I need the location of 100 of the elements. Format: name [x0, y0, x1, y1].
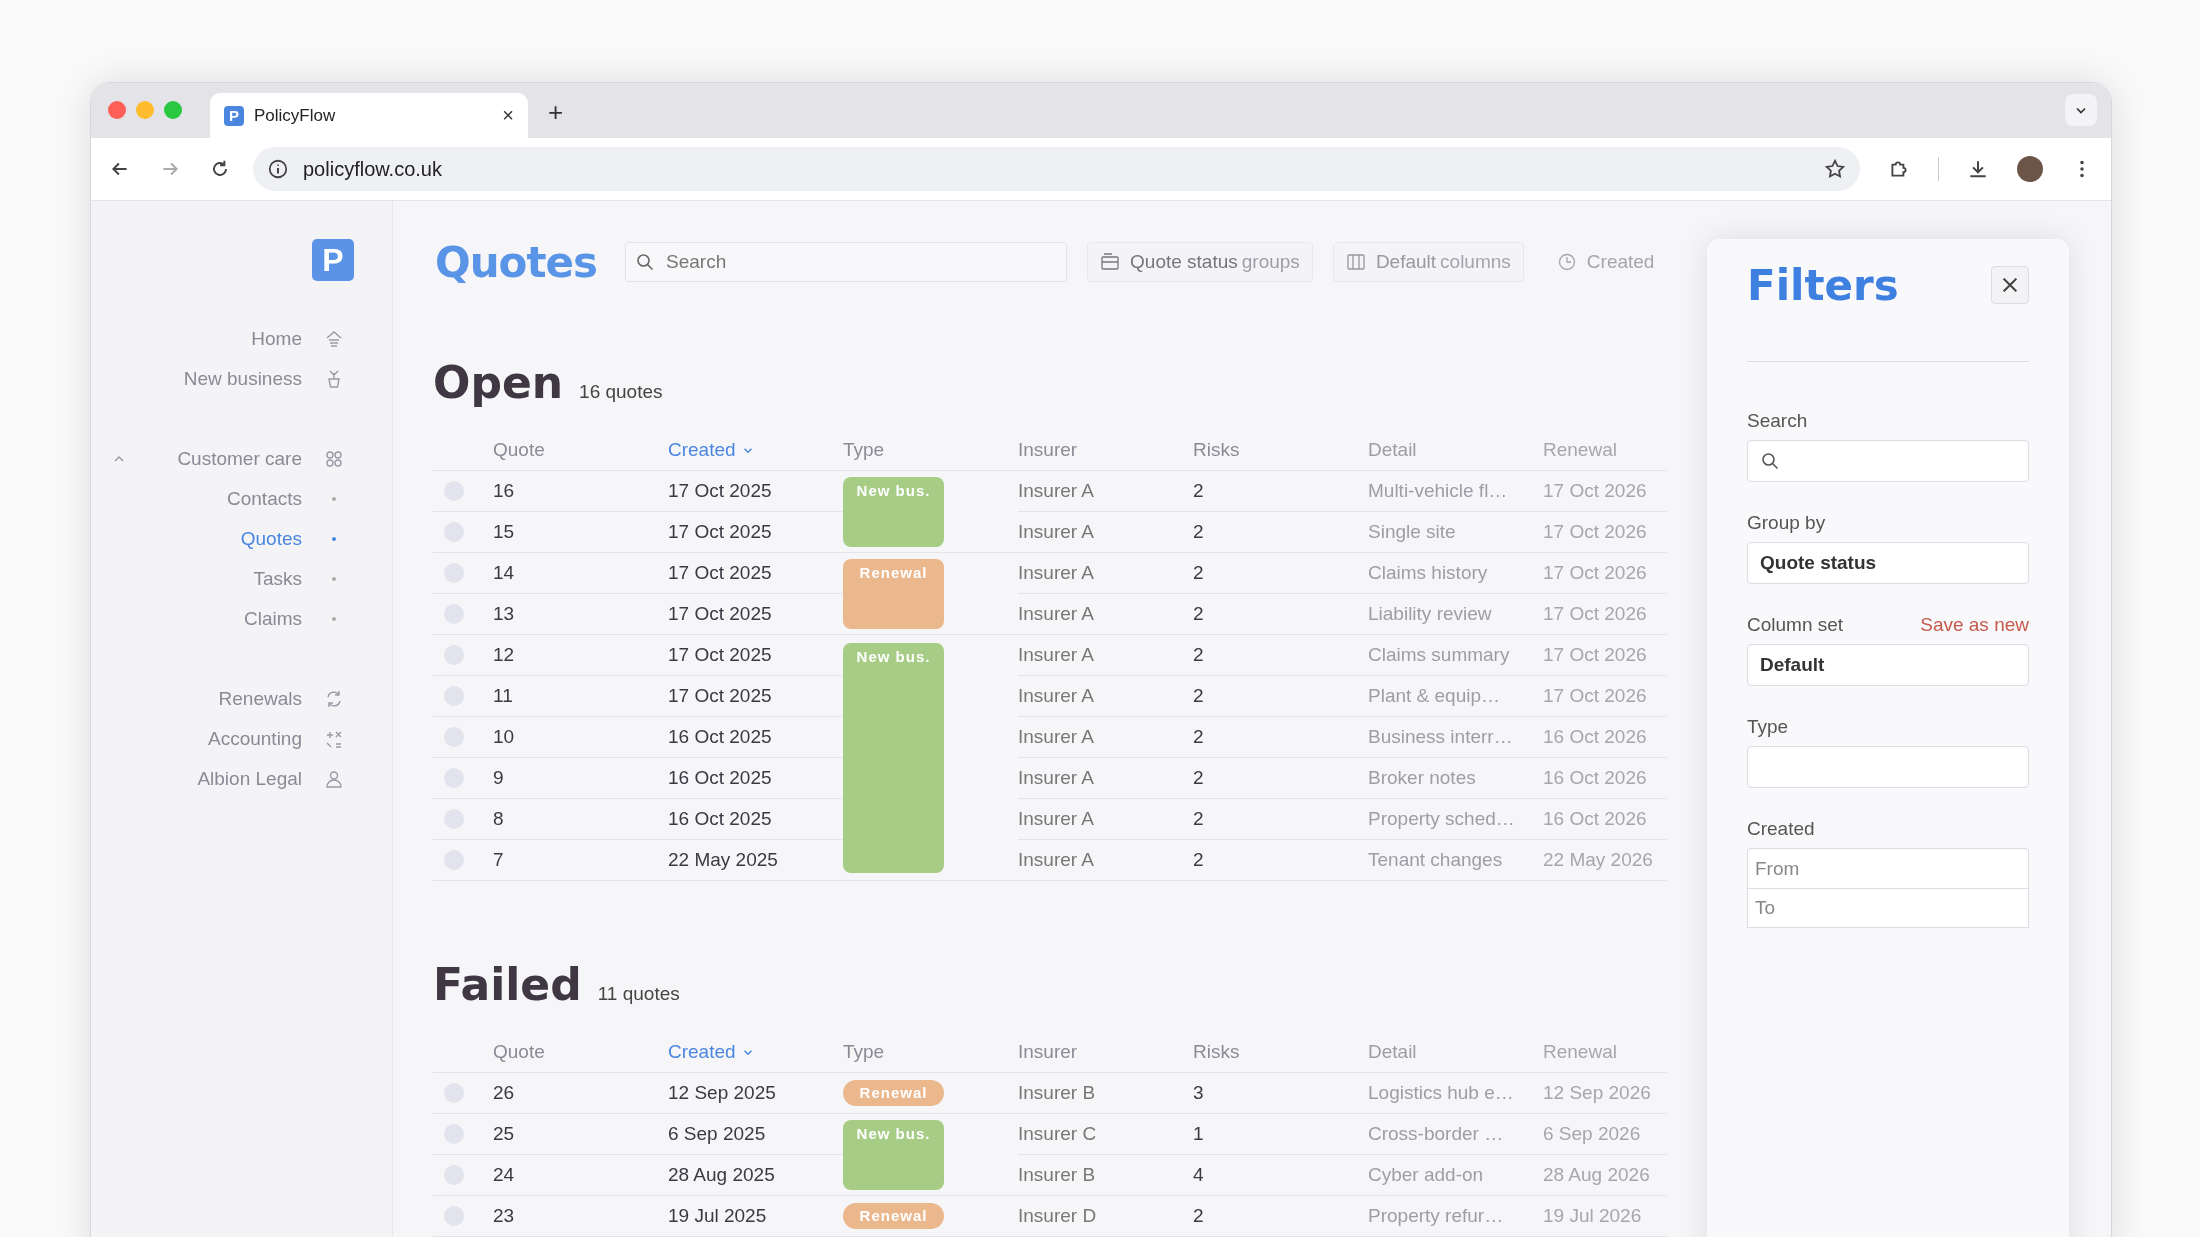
grouping-button[interactable]: Quote status groups	[1087, 242, 1313, 282]
created-date: 17 Oct 2025	[668, 603, 772, 624]
quote-number: 26	[493, 1082, 515, 1103]
column-header[interactable]: Renewal	[1543, 1041, 1617, 1063]
field-label: Created	[1747, 818, 1816, 840]
column-header[interactable]: Created	[668, 439, 752, 461]
quote-number: 12	[493, 644, 515, 665]
column-header[interactable]: Risks	[1193, 439, 1240, 461]
renewal-date: 17 Oct 2026	[1543, 603, 1647, 624]
tab-title: PolicyFlow	[254, 105, 337, 126]
detail-text: Plant & equip…	[1368, 685, 1501, 706]
grid-icon	[324, 449, 344, 469]
profile-avatar[interactable]	[2017, 156, 2043, 182]
columns-button[interactable]: Default columns	[1332, 242, 1524, 282]
created-date: 17 Oct 2025	[668, 644, 772, 665]
quote-number: 13	[493, 603, 515, 624]
insurer-name: Insurer A	[1018, 562, 1095, 583]
date-button[interactable]: Created	[1543, 242, 1668, 282]
sidebar-item[interactable]: Home	[251, 328, 302, 350]
insurer-name: Insurer A	[1018, 521, 1095, 542]
risk-count: 2	[1193, 767, 1204, 788]
sidebar-subitem[interactable]: Tasks	[253, 568, 302, 590]
created-date: 16 Oct 2025	[668, 808, 772, 829]
sidebar-subitem[interactable]: Quotes	[240, 528, 302, 550]
filter-search-field[interactable]	[1747, 440, 2029, 482]
risk-count: 2	[1193, 562, 1204, 583]
detail-text: Liability review	[1368, 603, 1492, 624]
detail-text: Cyber add-on	[1368, 1164, 1484, 1185]
columns-icon	[1345, 252, 1366, 272]
detail-text: Claims history	[1368, 562, 1488, 583]
maximize-window-icon[interactable]	[164, 101, 182, 119]
tab-search-button[interactable]	[2065, 94, 2097, 126]
clock-icon	[1556, 252, 1577, 272]
column-header[interactable]: Insurer	[1018, 1041, 1078, 1063]
caret-icon	[743, 447, 752, 453]
browser-tab[interactable]: P PolicyFlow ×	[210, 93, 528, 138]
sidebar-item[interactable]: Customer care	[177, 448, 302, 470]
quote-number: 14	[493, 562, 515, 583]
type-field[interactable]	[1747, 746, 2029, 788]
column-header[interactable]: Renewal	[1543, 439, 1617, 461]
close-button[interactable]	[1991, 266, 2029, 304]
sidebar-item[interactable]: Albion Legal	[197, 768, 302, 790]
tab-close-button[interactable]: ×	[502, 104, 514, 127]
renewal-date: 16 Oct 2026	[1543, 726, 1647, 747]
created-date: 19 Jul 2025	[668, 1205, 767, 1226]
group-by-field[interactable]: Quote status	[1747, 542, 2029, 584]
quote-number: 10	[493, 726, 515, 747]
caret-icon	[743, 1049, 752, 1055]
risk-count: 2	[1193, 685, 1204, 706]
column-header[interactable]: Created	[668, 1041, 752, 1063]
minimize-window-icon[interactable]	[136, 101, 154, 119]
sidebar-item[interactable]: Accounting	[208, 728, 302, 750]
column-header[interactable]: Quote	[493, 1041, 545, 1063]
insurer-name: Insurer A	[1018, 603, 1095, 624]
from-date-field[interactable]: From	[1747, 848, 2029, 888]
dot-icon	[332, 577, 336, 581]
column-header[interactable]: Insurer	[1018, 439, 1078, 461]
quote-number: 11	[493, 685, 513, 706]
info-icon[interactable]	[267, 158, 289, 180]
column-header[interactable]: Quote	[493, 439, 545, 461]
sidebar-item[interactable]: New business	[183, 368, 302, 390]
dot-icon	[332, 537, 336, 541]
search-icon	[1760, 451, 1780, 471]
column-header[interactable]: Type	[843, 1041, 885, 1063]
quote-count: 16 quotes	[579, 381, 663, 403]
sidebar-subitem[interactable]: Claims	[243, 608, 302, 630]
insurer-name: Insurer C	[1018, 1123, 1097, 1144]
risk-count: 2	[1193, 849, 1204, 870]
quote-number: 24	[493, 1164, 515, 1185]
renewal-date: 17 Oct 2026	[1543, 644, 1647, 665]
created-date: 16 Oct 2025	[668, 767, 772, 788]
to-date-field[interactable]: To	[1747, 888, 2029, 928]
close-window-icon[interactable]	[108, 101, 126, 119]
home-icon	[324, 329, 344, 349]
column-header[interactable]: Type	[843, 439, 885, 461]
insurer-name: Insurer B	[1018, 1164, 1096, 1185]
type-badge: New bus.	[843, 1119, 944, 1190]
app-logo[interactable]: P	[312, 239, 354, 281]
bookmark-star-icon[interactable]	[1824, 158, 1846, 180]
insurer-name: Insurer A	[1018, 644, 1095, 665]
column-header[interactable]: Risks	[1193, 1041, 1240, 1063]
save-as-new-link[interactable]: Save as new	[1920, 614, 2029, 644]
download-icon[interactable]	[1967, 158, 1989, 180]
type-badge: Renewal	[843, 1203, 944, 1229]
column-header[interactable]: Detail	[1368, 439, 1417, 461]
detail-text: Multi-vehicle fl…	[1368, 480, 1508, 501]
new-tab-button[interactable]: +	[548, 97, 564, 128]
search-field[interactable]: Search	[625, 242, 1068, 282]
column-set-field[interactable]: Default	[1747, 644, 2029, 686]
type-badge: Renewal	[843, 1080, 944, 1106]
detail-text: Property sched…	[1368, 808, 1515, 829]
risk-count: 1	[1193, 1123, 1204, 1144]
created-date: 17 Oct 2025	[668, 521, 772, 542]
sidebar-item[interactable]: Renewals	[218, 688, 302, 710]
insurer-name: Insurer B	[1018, 1082, 1096, 1103]
risk-count: 2	[1193, 808, 1204, 829]
created-date: 17 Oct 2025	[668, 562, 772, 583]
sidebar-subitem[interactable]: Contacts	[227, 488, 302, 510]
address-bar[interactable]: policyflow.co.uk	[253, 147, 1860, 191]
column-header[interactable]: Detail	[1368, 1041, 1417, 1063]
